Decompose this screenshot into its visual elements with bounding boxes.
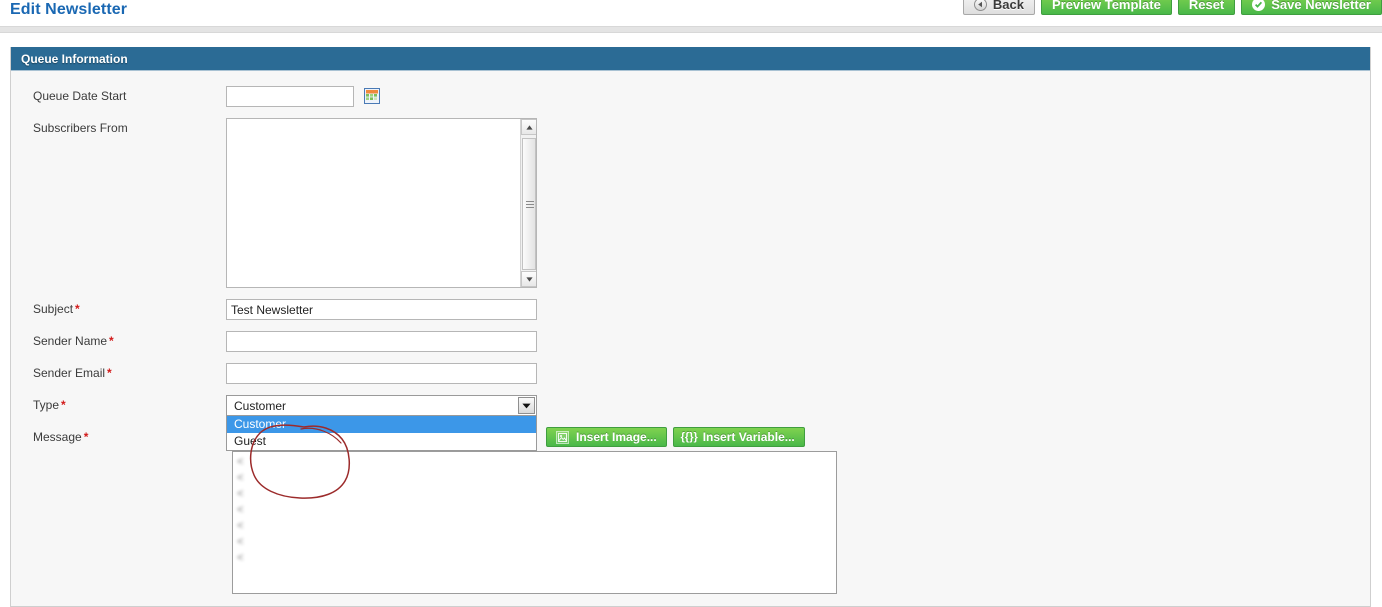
type-option[interactable]: Guest [227, 433, 536, 450]
calendar-icon[interactable] [364, 88, 381, 104]
type-label: Type * [11, 395, 226, 412]
newsletter-form: Queue Date Start Subscribers From Subjec… [11, 71, 1370, 594]
scrollbar-thumb[interactable] [522, 138, 536, 270]
image-icon [556, 430, 569, 444]
message-line: < [237, 553, 607, 565]
subscriber-option[interactable] [230, 186, 516, 199]
subscriber-option[interactable] [230, 225, 516, 238]
page-header: Edit Newsletter Back Preview Template Re… [0, 0, 1382, 26]
back-arrow-icon [973, 0, 987, 11]
type-required-marker: * [61, 398, 66, 412]
form-row-type: Type * Customer Customer Guest [11, 395, 1370, 451]
preview-template-button[interactable]: Preview Template [1040, 0, 1172, 15]
subscribers-from-listbox[interactable] [226, 118, 537, 288]
subject-required-marker: * [75, 302, 80, 316]
type-label-text: Type [33, 398, 60, 412]
type-select[interactable]: Customer [226, 395, 537, 416]
subscriber-option[interactable] [230, 238, 516, 251]
form-row-queue-date-start: Queue Date Start [11, 86, 1370, 107]
save-newsletter-label: Save Newsletter [1271, 0, 1371, 12]
subscriber-option[interactable] [230, 134, 516, 147]
queue-date-start-label: Queue Date Start [33, 89, 127, 103]
subscriber-option[interactable] [230, 264, 516, 277]
type-select-value: Customer [234, 398, 287, 413]
subscribers-option-list[interactable] [227, 119, 519, 287]
check-circle-icon [1252, 0, 1266, 11]
insert-variable-label: Insert Variable... [702, 430, 795, 444]
message-line: < [237, 473, 607, 485]
sender-email-label: Sender Email * [11, 363, 226, 380]
sender-name-required-marker: * [109, 334, 114, 348]
queue-information-panel: Queue Information Queue Date Start Subsc… [10, 47, 1371, 607]
form-row-subscribers-from: Subscribers From [11, 118, 1370, 288]
subscribers-scrollbar[interactable] [520, 119, 536, 287]
back-button[interactable]: Back [962, 0, 1035, 15]
subscriber-option[interactable] [230, 147, 516, 160]
form-row-sender-name: Sender Name * [11, 331, 1370, 352]
message-required-marker: * [83, 430, 89, 444]
insert-image-label: Insert Image... [576, 430, 657, 444]
message-textarea[interactable]: < < < < < < < [232, 451, 837, 594]
insert-image-button[interactable]: Insert Image... [546, 427, 667, 447]
sender-email-label-text: Sender Email [33, 366, 106, 380]
subscriber-option[interactable] [230, 212, 516, 225]
message-line: < [237, 505, 607, 517]
panel-header-title: Queue Information [21, 51, 128, 66]
subject-label-text: Subject [33, 302, 74, 316]
subscriber-option[interactable] [230, 199, 516, 212]
subscriber-option[interactable] [230, 160, 516, 173]
type-option[interactable]: Customer [227, 416, 536, 433]
type-option-list[interactable]: Customer Guest [226, 416, 537, 451]
subscriber-option[interactable] [230, 173, 516, 186]
sender-email-input[interactable] [226, 363, 537, 384]
scroll-up-icon[interactable] [521, 119, 536, 135]
sender-name-label-text: Sender Name [33, 334, 108, 348]
header-button-group: Back Preview Template Reset Save Newslet… [962, 0, 1382, 15]
scrollbar-grip-icon [526, 201, 534, 208]
form-row-sender-email: Sender Email * [11, 363, 1370, 384]
page-title: Edit Newsletter [10, 1, 128, 18]
sender-name-input[interactable] [226, 331, 537, 352]
subscriber-option[interactable] [230, 121, 516, 134]
preview-template-label: Preview Template [1051, 0, 1161, 12]
save-newsletter-button[interactable]: Save Newsletter [1241, 0, 1382, 15]
queue-date-start-input[interactable] [226, 86, 354, 107]
form-row-message: Message * Insert Image... {{}} Insert Va… [11, 427, 1370, 594]
variable-icon: {{}} [680, 430, 698, 443]
sender-email-required-marker: * [107, 366, 112, 380]
chevron-down-icon[interactable] [518, 397, 535, 414]
subject-label: Subject * [11, 299, 226, 316]
subscribers-from-label: Subscribers From [33, 121, 128, 135]
message-label-text: Message [33, 430, 82, 444]
sender-name-label: Sender Name * [11, 331, 226, 348]
header-divider [0, 26, 1382, 33]
message-line: < [237, 457, 607, 469]
back-button-label: Back [992, 0, 1024, 12]
subscriber-option[interactable] [230, 251, 516, 264]
reset-button[interactable]: Reset [1177, 0, 1236, 15]
insert-variable-button[interactable]: {{}} Insert Variable... [672, 427, 805, 447]
message-line: < [237, 537, 607, 549]
reset-label: Reset [1188, 0, 1225, 12]
message-label: Message * [11, 427, 226, 444]
message-line: < [237, 521, 607, 533]
scroll-down-icon[interactable] [521, 271, 536, 287]
message-toolbar: Insert Image... {{}} Insert Variable... [546, 427, 805, 447]
message-line: < [237, 489, 607, 501]
form-row-subject: Subject * [11, 299, 1370, 320]
subject-input[interactable] [226, 299, 537, 320]
panel-header: Queue Information [11, 47, 1370, 71]
subscriber-option[interactable] [230, 277, 516, 287]
